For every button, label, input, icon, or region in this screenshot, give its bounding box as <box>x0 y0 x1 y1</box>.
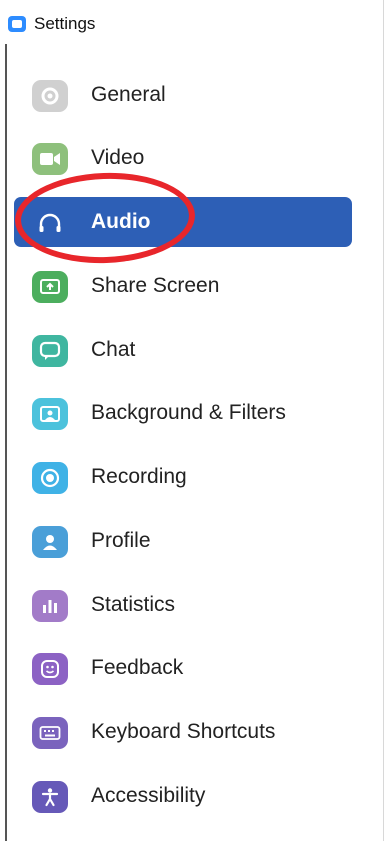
window-title: Settings <box>34 14 96 33</box>
person-background-icon <box>32 398 68 430</box>
sidebar-item-label: Accessibility <box>91 784 206 807</box>
sidebar-item-label: Video <box>91 146 145 169</box>
sidebar-item-label: Keyboard Shortcuts <box>91 720 276 743</box>
zoom-app-icon <box>8 16 26 32</box>
smiley-icon <box>32 653 68 685</box>
sidebar-item-general[interactable]: General <box>14 70 352 120</box>
sidebar-item-label: Feedback <box>91 656 184 679</box>
title-bar: Settings <box>0 0 387 44</box>
sidebar-item-statistics[interactable]: Statistics <box>14 580 352 630</box>
sidebar-item-label: Share Screen <box>91 274 220 297</box>
keyboard-icon <box>32 717 68 749</box>
sidebar-item-label: General <box>91 83 166 106</box>
share-screen-icon <box>32 271 68 303</box>
sidebar-item-chat[interactable]: Chat <box>14 325 352 375</box>
profile-icon <box>32 526 68 558</box>
sidebar-item-feedback[interactable]: Feedback <box>14 643 352 693</box>
sidebar-item-share-screen[interactable]: Share Screen <box>14 261 352 311</box>
sidebar-item-label: Audio <box>91 210 151 233</box>
sidebar-item-label: Profile <box>91 529 151 552</box>
chat-bubble-icon <box>32 335 68 367</box>
window-right-border <box>383 0 384 841</box>
sidebar-item-label: Statistics <box>91 593 176 616</box>
bar-chart-icon <box>32 590 68 622</box>
record-icon <box>32 462 68 494</box>
sidebar-item-label: Background & Filters <box>91 401 286 424</box>
sidebar-item-video[interactable]: Video <box>14 133 352 183</box>
gear-icon <box>32 80 68 112</box>
accessibility-icon <box>32 781 68 813</box>
sidebar-item-accessibility[interactable]: Accessibility <box>14 771 352 821</box>
sidebar-item-audio[interactable]: Audio <box>14 197 352 247</box>
sidebar-item-keyboard-shortcuts[interactable]: Keyboard Shortcuts <box>14 707 352 757</box>
sidebar-item-label: Recording <box>91 465 187 488</box>
headphones-icon <box>32 207 68 239</box>
sidebar-item-label: Chat <box>91 338 136 361</box>
video-camera-icon <box>32 143 68 175</box>
sidebar-item-profile[interactable]: Profile <box>14 516 352 566</box>
sidebar-item-recording[interactable]: Recording <box>14 452 352 502</box>
window-left-border <box>5 44 7 841</box>
sidebar-item-background-filters[interactable]: Background & Filters <box>14 388 352 438</box>
